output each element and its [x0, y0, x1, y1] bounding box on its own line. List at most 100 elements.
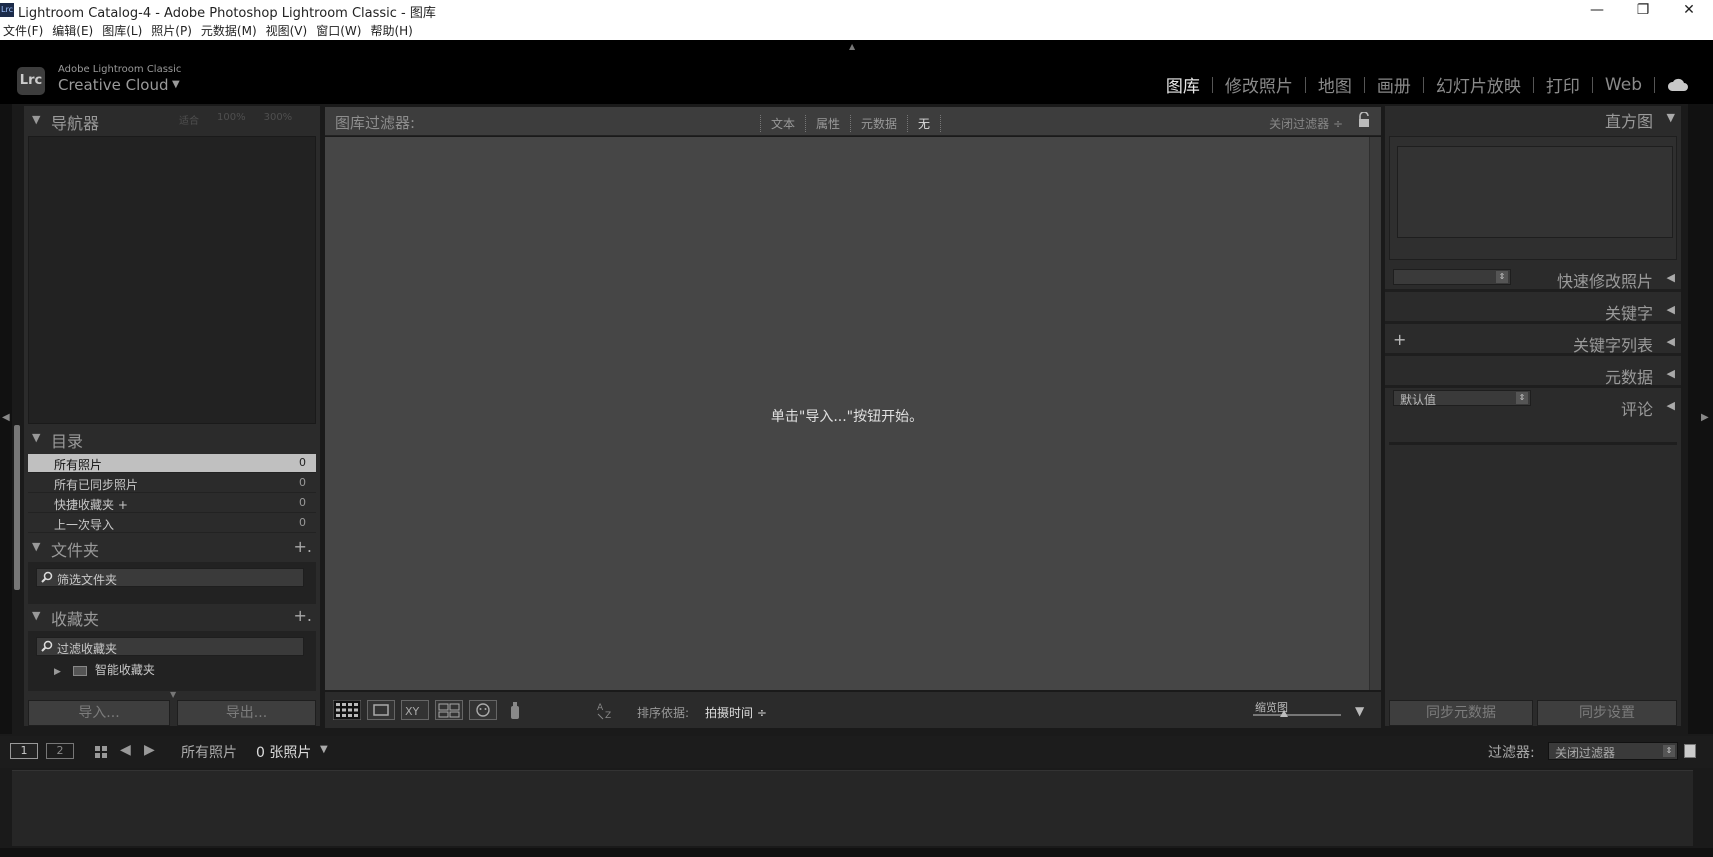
filter-tabs: 文本 属性 元数据 无 [760, 115, 942, 132]
filter-tab-none[interactable]: 无 [907, 115, 942, 132]
catalog-row-count: 0 [299, 476, 306, 489]
catalog-header[interactable]: ▼ 目录 [24, 428, 320, 451]
zoom-100[interactable]: 100% [217, 112, 246, 127]
sync-metadata-button[interactable]: 同步元数据 [1389, 700, 1533, 726]
back-arrow-icon[interactable]: ◀ [120, 742, 131, 758]
navigator-preview[interactable] [28, 136, 316, 424]
lock-icon[interactable] [1357, 112, 1371, 128]
brand-line-2: Creative Cloud [58, 76, 169, 94]
collapse-top-panel-icon[interactable]: ▲ [849, 42, 855, 51]
cloud-sync-icon[interactable] [1667, 78, 1689, 92]
primary-window-button[interactable]: 1 [10, 743, 38, 759]
expand-triangle-icon[interactable]: ▶ [54, 667, 61, 677]
forward-arrow-icon[interactable]: ▶ [144, 742, 155, 758]
histogram-display [1397, 146, 1673, 238]
module-book[interactable]: 画册 [1365, 72, 1423, 97]
panel-resize-icon[interactable]: ▼ [170, 690, 176, 699]
add-folder-icon[interactable]: +. [294, 537, 313, 556]
folders-header[interactable]: ▼ 文件夹 +. [24, 537, 320, 560]
filmstrip-filter-select[interactable]: 关闭过滤器 ⇕ [1548, 742, 1678, 760]
catalog-row-quick-collection[interactable]: 快捷收藏夹 + 0 [28, 494, 316, 513]
catalog-row-previous-import[interactable]: 上一次导入 0 [28, 514, 316, 533]
smart-collections-row[interactable]: ▶ 智能收藏夹 [54, 661, 155, 678]
collapse-right-panel-icon[interactable]: ▶ [1701, 412, 1709, 423]
catalog-row-count: 0 [299, 496, 306, 509]
filter-lock-icon[interactable] [1684, 744, 1696, 758]
library-toolbar: XY A Z 排序依据: 拍摄时间 ÷ 缩览图 ▼ [325, 692, 1381, 728]
sync-settings-button[interactable]: 同步设置 [1537, 700, 1677, 726]
menu-help[interactable]: 帮助(H) [367, 22, 418, 40]
people-view-icon[interactable] [469, 700, 497, 720]
filter-tab-text[interactable]: 文本 [760, 115, 805, 132]
grid-view-icon[interactable] [94, 745, 108, 759]
bottom-edge-strip [0, 848, 1713, 857]
filmstrip-source[interactable]: 所有照片 [181, 742, 237, 762]
thumbnail-slider-knob[interactable] [1279, 710, 1288, 717]
module-slideshow[interactable]: 幻灯片放映 [1424, 72, 1533, 97]
filmstrip-filter-label: 过滤器: [1488, 745, 1535, 761]
collection-filter-input[interactable]: 过滤收藏夹 [36, 637, 304, 656]
folder-filter-input[interactable]: 筛选文件夹 [36, 568, 304, 587]
menu-file[interactable]: 文件(F) [0, 22, 49, 40]
filter-tab-attribute[interactable]: 属性 [805, 115, 850, 132]
filter-tab-metadata[interactable]: 元数据 [850, 115, 907, 132]
export-button[interactable]: 导出... [177, 700, 316, 726]
expand-triangle-icon: ◀ [1666, 335, 1675, 348]
expand-triangle-icon: ◀ [1666, 399, 1675, 412]
menu-window[interactable]: 窗口(W) [313, 22, 367, 40]
module-print[interactable]: 打印 [1534, 72, 1592, 97]
comments-header[interactable]: 评论 ◀ [1385, 394, 1681, 420]
left-panel-scrollbar[interactable] [14, 425, 20, 590]
menu-photo[interactable]: 照片(P) [148, 22, 198, 40]
saved-preset-select[interactable]: ⇕ [1393, 269, 1511, 285]
painter-spray-icon[interactable] [507, 700, 523, 720]
compare-view-icon[interactable]: XY [401, 700, 429, 720]
add-collection-icon[interactable]: +. [294, 606, 313, 625]
close-icon[interactable]: ✕ [1666, 0, 1712, 22]
histogram-title: 直方图 [1604, 112, 1653, 131]
keywording-header[interactable]: 关键字 ◀ [1385, 298, 1681, 324]
add-keyword-icon[interactable]: + [1393, 330, 1406, 349]
histogram-header[interactable]: 直方图 ▼ [1385, 106, 1681, 132]
filter-preset-dropdown[interactable]: 关闭过滤器 ÷ [1269, 115, 1343, 132]
navigator-zoom-options: 适合 100% 300% [179, 112, 292, 127]
menu-view[interactable]: 视图(V) [263, 22, 314, 40]
menu-metadata[interactable]: 元数据(M) [198, 22, 263, 40]
title-bar: Lrc Lightroom Catalog-4 - Adobe Photosho… [0, 0, 1713, 22]
grid-view-icon[interactable] [333, 700, 361, 720]
collapse-triangle-icon: ▼ [32, 540, 41, 553]
catalog-row-all-photos[interactable]: 所有照片 0 [28, 454, 316, 473]
toolbar-options-dropdown-icon[interactable]: ▼ [1355, 704, 1364, 718]
search-icon [41, 640, 53, 652]
minimize-icon[interactable]: — [1574, 0, 1620, 22]
module-map[interactable]: 地图 [1306, 72, 1364, 97]
filmstrip-source-dropdown-icon[interactable]: ▼ [320, 744, 328, 755]
metadata-header[interactable]: 元数据 ◀ [1385, 362, 1681, 388]
thumbnail-size-slider[interactable] [1253, 714, 1341, 716]
filmstrip-bar: 1 2 ◀ ▶ 所有照片 0 张照片 ▼ 过滤器: 关闭过滤器 ⇕ [0, 736, 1713, 768]
catalog-title: 目录 [51, 432, 84, 451]
keywording-title: 关键字 [1604, 304, 1653, 323]
import-button[interactable]: 导入... [28, 700, 170, 726]
identity-plate-dropdown-icon[interactable]: ▼ [172, 79, 180, 90]
module-library[interactable]: 图库 [1154, 72, 1212, 97]
zoom-fit[interactable]: 适合 [179, 112, 199, 127]
menu-edit[interactable]: 编辑(E) [49, 22, 99, 40]
sort-dropdown[interactable]: 拍摄时间 ÷ [705, 704, 767, 721]
filmstrip-photo-count: 0 张照片 [256, 745, 312, 761]
module-web[interactable]: Web [1593, 75, 1654, 95]
sort-direction-icon[interactable]: A Z [595, 700, 625, 720]
filmstrip[interactable] [12, 770, 1693, 846]
menu-bar: 文件(F) 编辑(E) 图库(L) 照片(P) 元数据(M) 视图(V) 窗口(… [0, 22, 1713, 40]
catalog-row-synced[interactable]: 所有已同步照片 0 [28, 474, 316, 493]
secondary-window-button[interactable]: 2 [46, 743, 74, 759]
zoom-300[interactable]: 300% [264, 112, 293, 127]
restore-icon[interactable]: ❐ [1620, 0, 1666, 22]
collections-header[interactable]: ▼ 收藏夹 +. [24, 606, 320, 629]
menu-library[interactable]: 图库(L) [99, 22, 148, 40]
module-develop[interactable]: 修改照片 [1213, 72, 1305, 97]
loupe-view-icon[interactable] [367, 700, 395, 720]
svg-text:XY: XY [405, 705, 420, 718]
keyword-list-header[interactable]: + 关键字列表 ◀ [1385, 330, 1681, 356]
survey-view-icon[interactable] [435, 700, 463, 720]
